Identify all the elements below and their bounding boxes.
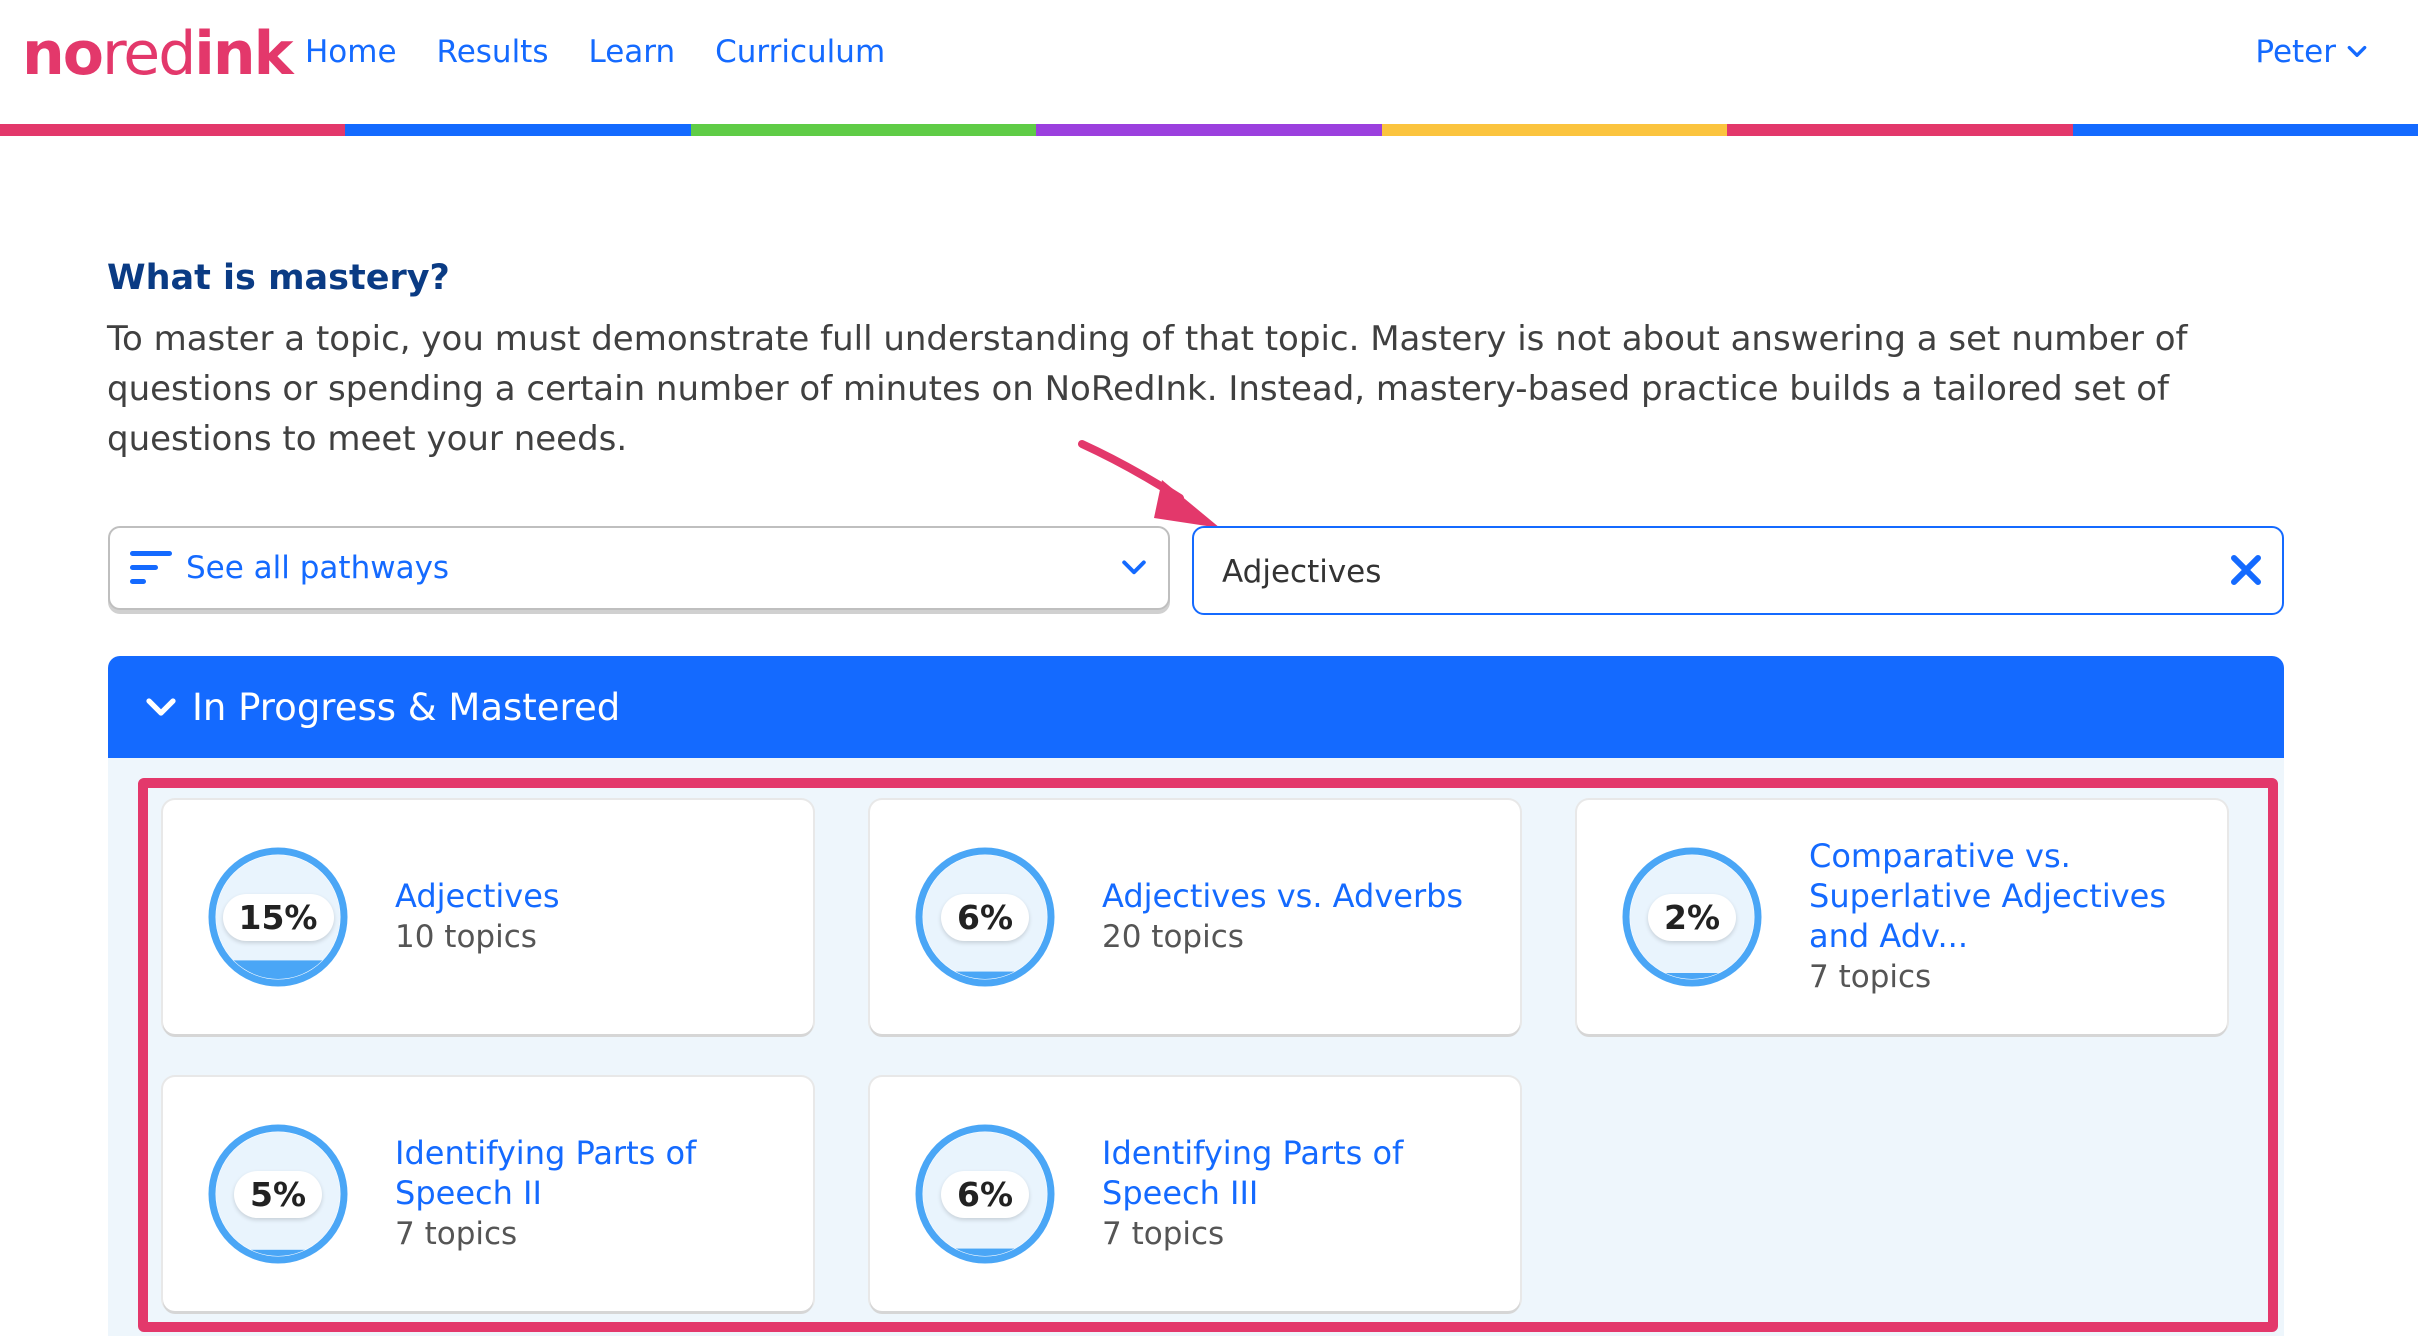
pathways-dropdown[interactable]: See all pathways bbox=[108, 526, 1170, 610]
top-header: noredink Home Results Learn Curriculum P… bbox=[0, 0, 2418, 124]
topic-search-field bbox=[1192, 526, 2284, 615]
nav-home-link[interactable]: Home bbox=[305, 30, 397, 74]
pathway-card[interactable]: 6% Identifying Parts of Speech III 7 topi… bbox=[870, 1077, 1520, 1311]
pathway-card[interactable]: 6% Adjectives vs. Adverbs 20 topics bbox=[870, 800, 1520, 1034]
pathway-topic-count: 20 topics bbox=[1102, 919, 1244, 955]
pathway-topic-count: 7 topics bbox=[395, 1216, 518, 1252]
progress-percent: 15% bbox=[222, 893, 334, 941]
nav-learn-link[interactable]: Learn bbox=[588, 30, 675, 74]
progress-percent: 2% bbox=[1647, 893, 1737, 941]
rainbow-segment bbox=[1727, 124, 2073, 136]
in-progress-section-toggle[interactable]: In Progress & Mastered bbox=[108, 656, 2284, 758]
logo-part-ink: ink bbox=[194, 19, 293, 89]
rainbow-segment bbox=[2072, 124, 2418, 136]
rainbow-segment bbox=[1381, 124, 1728, 136]
close-icon[interactable] bbox=[2228, 552, 2264, 588]
rainbow-divider bbox=[0, 124, 2418, 136]
annotation-arrow-icon bbox=[1078, 440, 1220, 528]
pathway-title: Adjectives vs. Adverbs bbox=[1102, 877, 1464, 915]
pathway-topic-count: 10 topics bbox=[395, 919, 537, 955]
user-name: Peter bbox=[2255, 34, 2336, 70]
rainbow-segment bbox=[0, 124, 346, 136]
logo-part-red: red bbox=[101, 19, 196, 89]
logo-part-no: no bbox=[22, 19, 104, 89]
pathway-title: Comparative vs. Superlative Adjectives a… bbox=[1809, 837, 2167, 955]
progress-percent: 6% bbox=[940, 1170, 1030, 1218]
pathway-title: Adjectives bbox=[395, 877, 560, 915]
pathways-label: See all pathways bbox=[186, 550, 450, 586]
rainbow-segment bbox=[690, 124, 1037, 136]
mastery-heading: What is mastery? bbox=[107, 258, 450, 298]
noredink-logo[interactable]: noredink bbox=[22, 14, 293, 94]
section-title: In Progress & Mastered bbox=[192, 685, 621, 729]
main-nav: Home Results Learn Curriculum bbox=[305, 30, 885, 74]
user-menu-button[interactable]: Peter bbox=[2255, 30, 2368, 74]
pathway-card[interactable]: 15% Adjectives 10 topics bbox=[163, 800, 813, 1034]
pathway-card[interactable]: 5% Identifying Parts of Speech II 7 topic… bbox=[163, 1077, 813, 1311]
pathway-topic-count: 7 topics bbox=[1809, 959, 1932, 995]
rainbow-segment bbox=[1036, 124, 1382, 136]
search-input[interactable] bbox=[1220, 546, 2184, 598]
nav-curriculum-link[interactable]: Curriculum bbox=[715, 30, 885, 74]
chevron-down-icon bbox=[2347, 45, 2367, 57]
pathway-card[interactable]: 2% Comparative vs. Superlative Adjective… bbox=[1577, 800, 2227, 1034]
nav-results-link[interactable]: Results bbox=[437, 30, 549, 74]
rainbow-segment bbox=[345, 124, 691, 136]
progress-percent: 6% bbox=[940, 893, 1030, 941]
pathway-topic-count: 7 topics bbox=[1102, 1216, 1225, 1252]
chevron-down-icon bbox=[146, 698, 176, 716]
pathway-title: Identifying Parts of Speech II bbox=[395, 1134, 697, 1212]
progress-percent: 5% bbox=[233, 1170, 323, 1218]
filter-lines-icon bbox=[130, 551, 172, 584]
chevron-down-icon bbox=[1122, 560, 1146, 575]
pathway-title: Identifying Parts of Speech III bbox=[1102, 1134, 1404, 1212]
